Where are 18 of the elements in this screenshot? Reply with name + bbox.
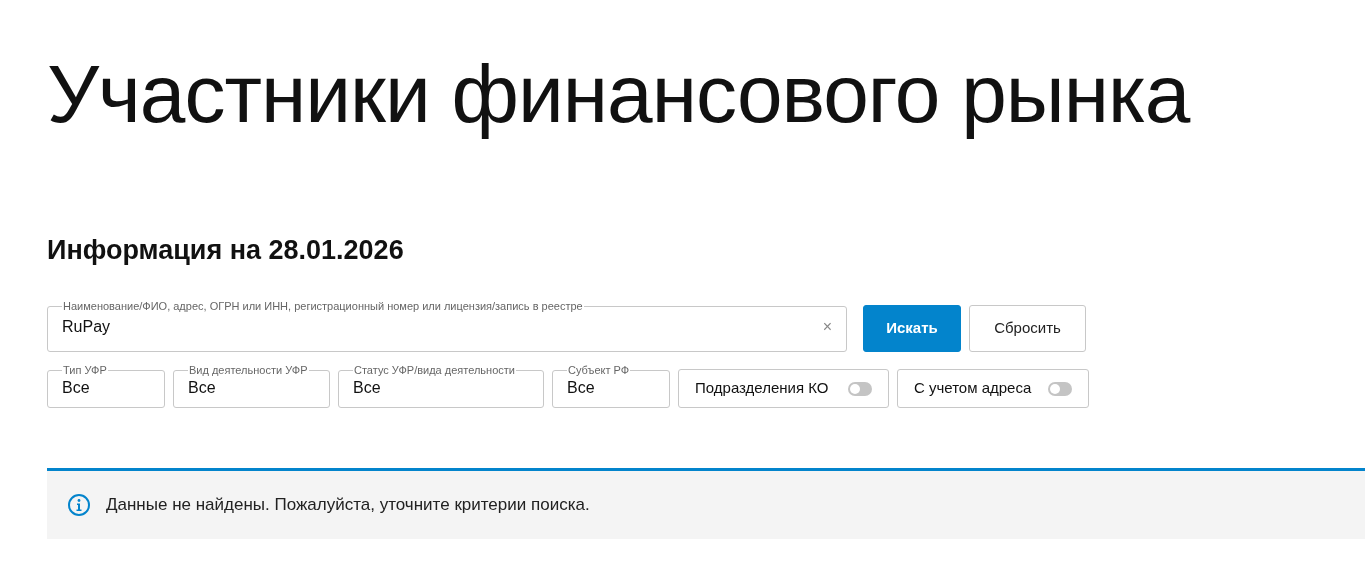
reset-button[interactable]: Сбросить xyxy=(969,305,1086,352)
info-icon xyxy=(67,493,91,517)
toggle-label: Подразделения КО xyxy=(695,378,829,399)
filter-select[interactable]: Вид деятельности УФР Все xyxy=(173,364,330,408)
search-button[interactable]: Искать xyxy=(863,305,961,352)
filter-select[interactable]: Статус УФР/вида деятельности Все xyxy=(338,364,544,408)
toggle-label: С учетом адреса xyxy=(914,378,1032,399)
search-field[interactable]: Наименование/ФИО, адрес, ОГРН или ИНН, регистрационный номер или лицензия/запись в реестре RuPay × xyxy=(47,300,847,352)
page-title: Участники финансового рынка xyxy=(47,47,1190,141)
filter-select[interactable]: Тип УФР Все xyxy=(47,364,165,408)
toggle-switch[interactable] xyxy=(1048,381,1072,396)
toggle-box[interactable]: Подразделения КО xyxy=(678,369,889,408)
toggle-box[interactable]: С учетом адреса xyxy=(897,369,1089,408)
toggle-switch[interactable] xyxy=(848,381,872,396)
clear-button[interactable]: × xyxy=(822,318,832,335)
filter-select[interactable]: Субъект РФ Все xyxy=(552,364,670,408)
info-date-heading: Информация на 28.01.2026 xyxy=(47,234,404,267)
alert-message: Данные не найдены. Пожалуйста, уточните критерии поиска. xyxy=(106,494,590,517)
